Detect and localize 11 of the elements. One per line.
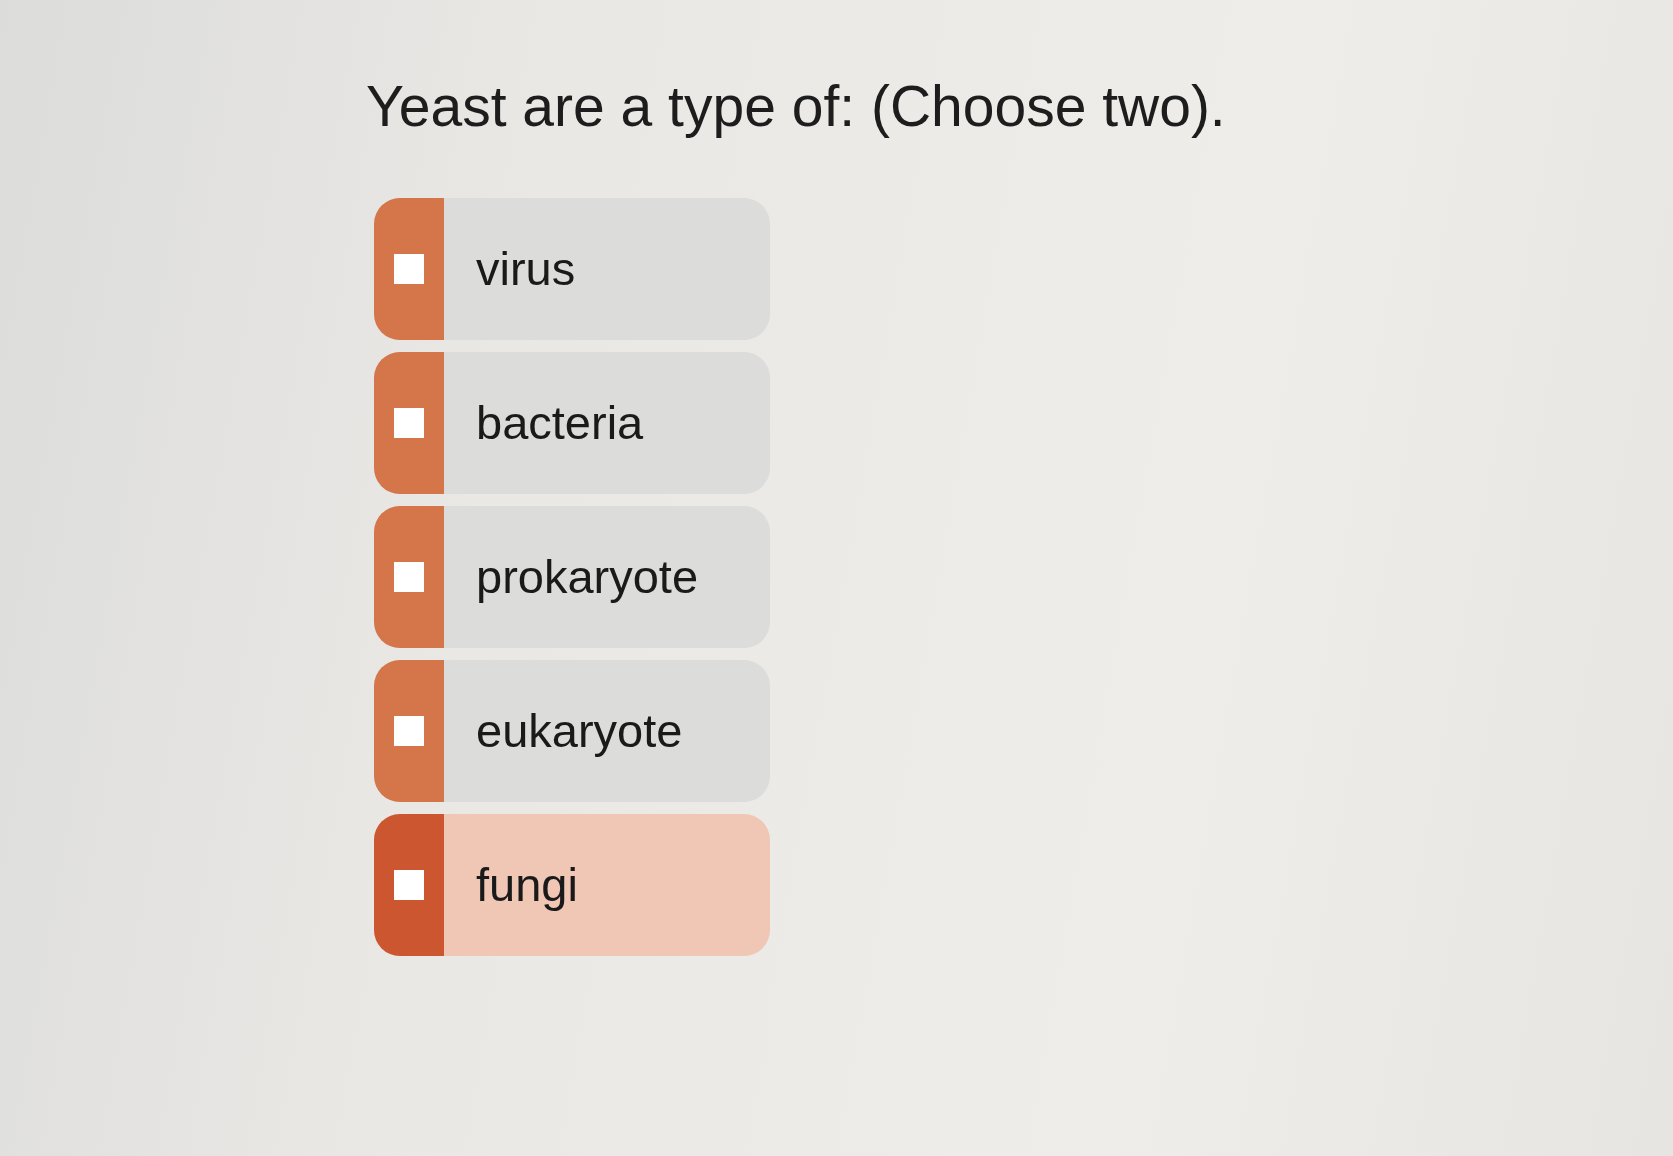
- answer-option[interactable]: bacteria: [374, 352, 770, 495]
- checkbox[interactable]: [394, 562, 424, 593]
- question-text: Yeast are a type of: (Choose two).: [366, 73, 1226, 140]
- answer-option[interactable]: virus: [374, 198, 770, 341]
- answer-option[interactable]: fungi: [374, 814, 770, 957]
- checkbox[interactable]: [394, 408, 424, 439]
- answer-option[interactable]: eukaryote: [374, 660, 770, 803]
- checkbox[interactable]: [394, 870, 424, 901]
- checkbox[interactable]: [394, 254, 424, 285]
- checkbox[interactable]: [394, 716, 424, 747]
- answer-option[interactable]: prokaryote: [374, 506, 770, 649]
